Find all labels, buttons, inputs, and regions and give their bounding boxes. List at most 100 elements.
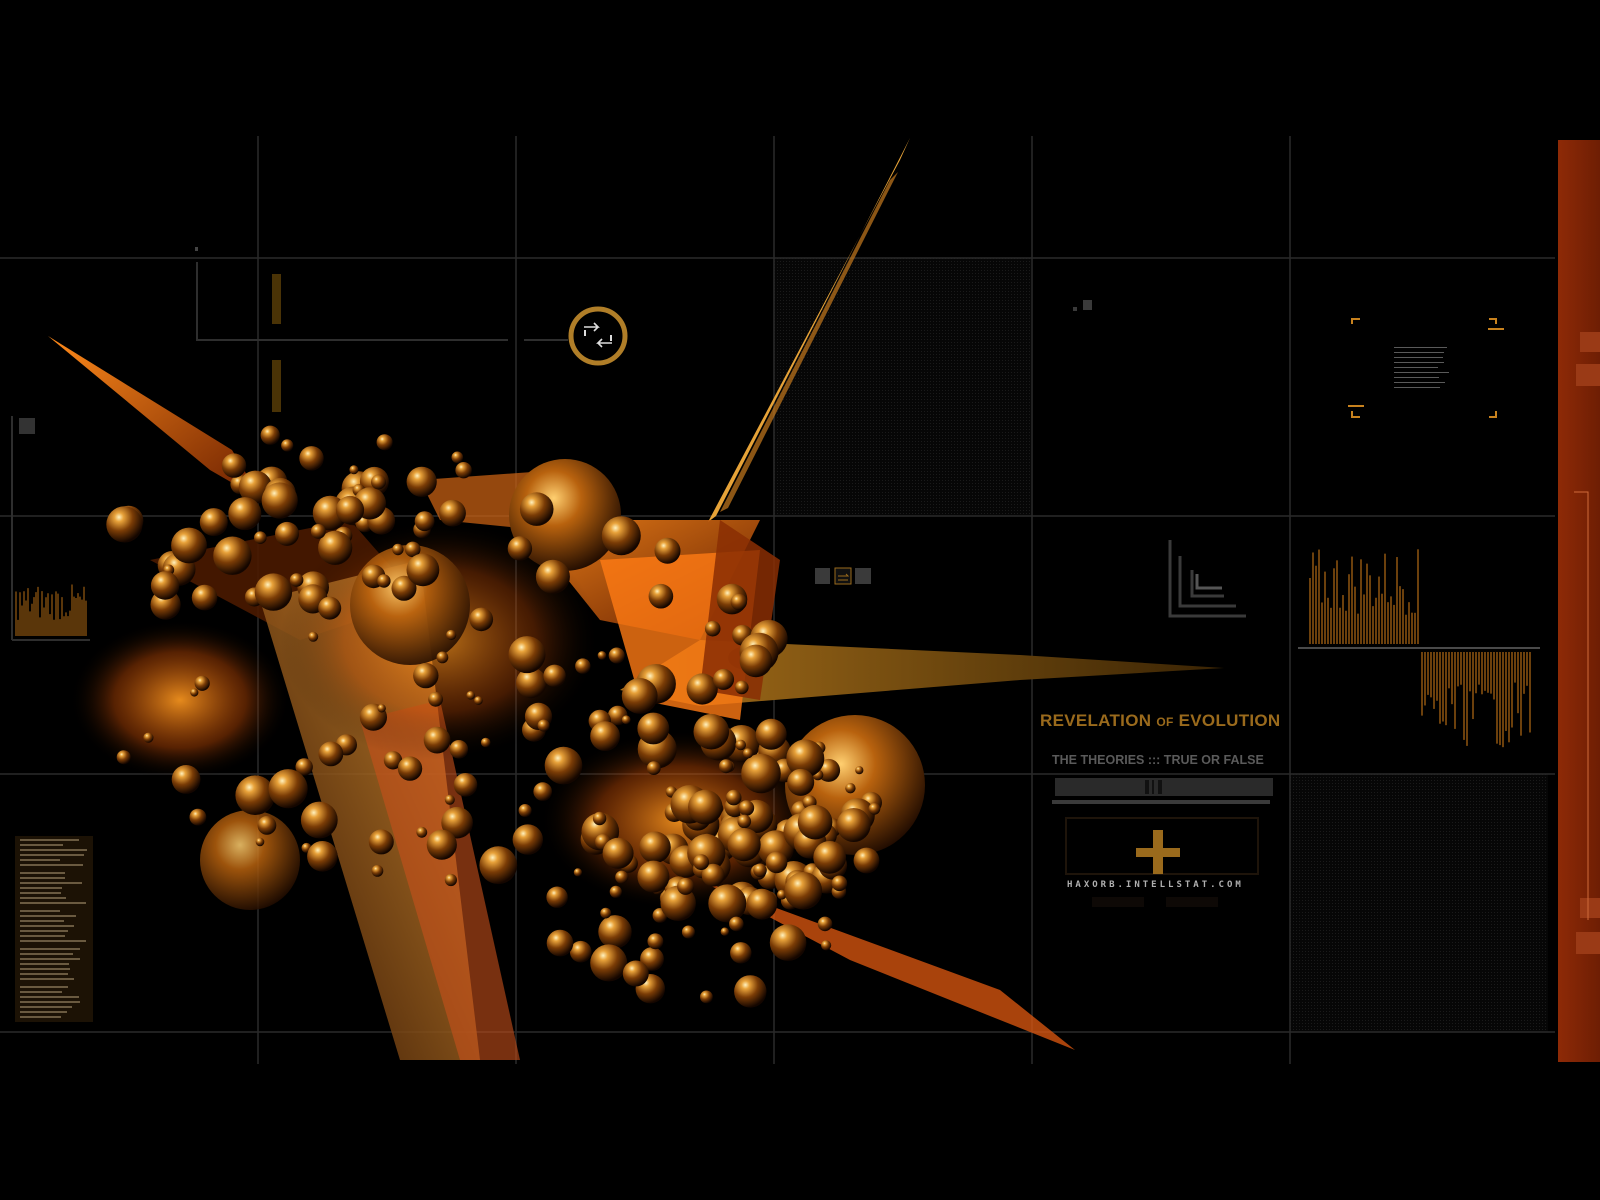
sidebar-block: [1580, 332, 1600, 352]
sphere: [444, 794, 455, 805]
sphere: [543, 664, 566, 687]
sphere: [310, 524, 326, 539]
hud-square: [1073, 307, 1077, 311]
sphere: [257, 816, 277, 835]
sphere: [397, 756, 423, 781]
microtext-line: [20, 953, 73, 955]
microtext-line: [20, 897, 67, 899]
microtext-line: [20, 986, 69, 988]
microtext-line: [20, 991, 62, 993]
microtext-line: [20, 877, 65, 879]
sphere: [349, 465, 359, 475]
microtext-line: [20, 958, 81, 960]
sphere: [254, 573, 293, 611]
sphere: [518, 804, 532, 817]
sphere: [406, 466, 437, 497]
microtext-line: [20, 930, 68, 932]
equalizer-right-bottom: [1421, 652, 1531, 748]
sphere: [575, 658, 591, 674]
sphere: [787, 768, 815, 796]
sphere: [544, 746, 583, 785]
sphere: [189, 808, 207, 826]
sphere: [289, 573, 304, 587]
sphere: [598, 915, 632, 949]
title-word: EVOLUTION: [1178, 711, 1281, 730]
sphere: [413, 662, 439, 689]
microtext-line: [20, 864, 84, 866]
sphere: [769, 924, 807, 961]
sphere: [654, 537, 681, 564]
sphere: [406, 553, 440, 587]
sphere: [199, 508, 228, 537]
sphere: [371, 865, 384, 877]
sphere: [609, 885, 622, 898]
sphere: [737, 814, 752, 829]
sphere: [741, 753, 781, 794]
microtext-line: [1394, 357, 1444, 358]
glow: [70, 620, 290, 780]
sphere: [268, 769, 308, 809]
sphere: [597, 651, 607, 660]
sphere: [693, 854, 710, 871]
sphere: [376, 434, 393, 451]
microtext-line: [1394, 367, 1439, 368]
bracket-inner: [1195, 574, 1222, 590]
title-bar-mark: [1145, 780, 1149, 794]
sphere: [734, 975, 767, 1008]
microtext-line: [20, 963, 69, 965]
sphere: [608, 647, 625, 664]
sphere: [730, 593, 747, 611]
sphere: [622, 960, 649, 987]
sphere: [535, 559, 570, 594]
sphere: [621, 715, 631, 725]
sphere: [602, 837, 634, 869]
sphere: [371, 474, 386, 490]
microtext-line: [20, 849, 88, 851]
sphere: [377, 704, 386, 713]
sphere: [647, 933, 664, 950]
sidebar-block: [1580, 898, 1600, 918]
hud-bar: [272, 360, 281, 412]
sphere: [746, 888, 778, 920]
logo-base: [1092, 897, 1144, 907]
sphere: [261, 482, 298, 519]
sphere: [428, 691, 443, 707]
sphere: [546, 886, 568, 908]
microtext-line: [20, 892, 61, 894]
page-title: REVELATION OF EVOLUTION: [1040, 711, 1290, 731]
sphere: [686, 673, 718, 705]
sphere: [368, 829, 394, 855]
sphere: [439, 499, 466, 527]
site-url: HAXORB.INTELLSTAT.COM: [1067, 880, 1244, 890]
artwork: [0, 136, 1600, 1064]
sphere: [307, 841, 338, 872]
microtext-line: [1394, 377, 1439, 378]
sphere-large: [200, 810, 300, 910]
microtext-line: [20, 925, 74, 927]
sphere: [742, 748, 754, 759]
sphere: [720, 927, 729, 936]
sphere: [537, 719, 550, 732]
title-bar-mark: [1158, 780, 1162, 794]
sphere: [592, 811, 607, 826]
sphere: [423, 726, 451, 754]
nested-brackets: [1168, 540, 1246, 618]
sphere: [444, 873, 457, 887]
sphere: [639, 831, 671, 864]
sphere: [318, 596, 342, 620]
sphere: [255, 837, 265, 847]
microtext-line: [1394, 387, 1440, 388]
sphere: [765, 851, 788, 874]
sphere: [281, 439, 294, 452]
sphere: [727, 828, 761, 862]
sphere: [784, 872, 823, 910]
sphere: [797, 804, 833, 840]
sphere: [171, 527, 207, 564]
sphere: [725, 789, 742, 806]
hud-square: [1083, 300, 1092, 310]
title-word: REVELATION: [1040, 711, 1152, 730]
sphere: [116, 750, 131, 765]
sphere: [275, 521, 299, 546]
sphere: [704, 620, 721, 637]
sphere: [335, 495, 365, 525]
